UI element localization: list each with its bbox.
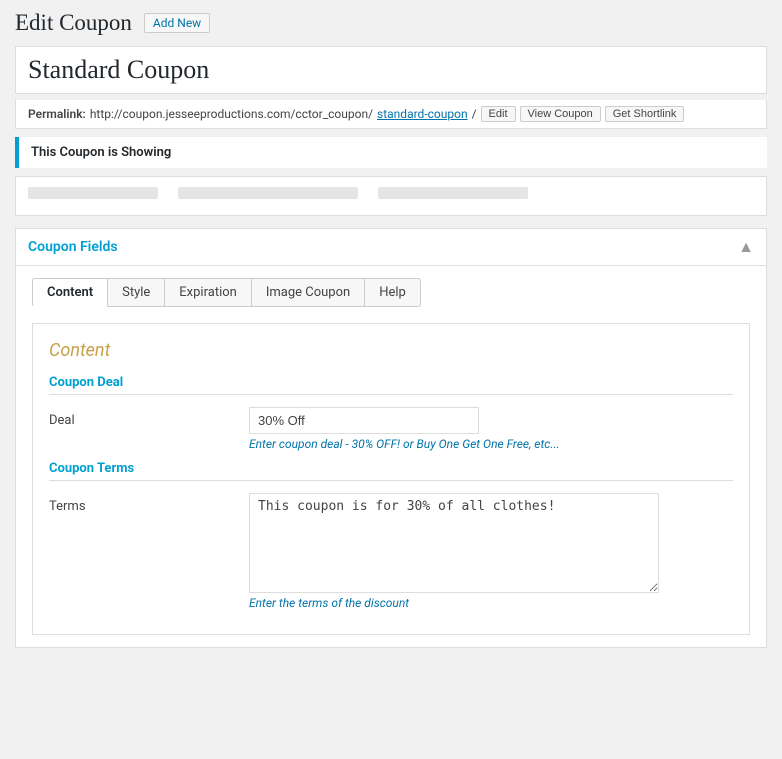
deal-label: Deal [49,407,249,428]
permalink-label: Permalink: [28,107,86,121]
deal-help-text: Enter coupon deal - 30% OFF! or Buy One … [249,437,733,451]
metabox-body: Content Style Expiration Image Coupon He… [16,266,766,647]
metabox-header[interactable]: Coupon Fields ▲ [16,229,766,266]
coupon-terms-section-title: Coupon Terms [49,461,733,476]
deal-field-value: Enter coupon deal - 30% OFF! or Buy One … [249,407,733,451]
tab-image-coupon[interactable]: Image Coupon [251,278,365,307]
editor-blur-2 [178,187,358,199]
deal-field-row: Deal Enter coupon deal - 30% OFF! or Buy… [49,407,733,451]
deal-input[interactable] [249,407,479,434]
content-panel-heading: Content [49,340,733,361]
coupon-deal-divider [49,394,733,395]
tab-help[interactable]: Help [364,278,421,307]
terms-label: Terms [49,493,249,514]
editor-row [15,176,767,216]
permalink-edit-button[interactable]: Edit [481,106,516,122]
terms-textarea[interactable]: This coupon is for 30% of all clothes! [249,493,659,593]
terms-field-value: This coupon is for 30% of all clothes! E… [249,493,733,610]
terms-field-row: Terms This coupon is for 30% of all clot… [49,493,733,610]
terms-help-text: Enter the terms of the discount [249,596,733,610]
permalink-slug-suffix: / [472,107,477,121]
metabox-title: Coupon Fields [28,239,118,255]
editor-blur-row [28,187,754,205]
tab-expiration[interactable]: Expiration [164,278,252,307]
coupon-notice-text: This Coupon is Showing [31,145,171,160]
post-title-input[interactable] [28,55,754,85]
coupon-tabs: Content Style Expiration Image Coupon He… [32,278,750,307]
permalink-row: Permalink: http://coupon.jesseeproductio… [15,100,767,129]
tab-content[interactable]: Content [32,278,108,307]
coupon-fields-metabox: Coupon Fields ▲ Content Style Expiration… [15,228,767,648]
tab-style[interactable]: Style [107,278,165,307]
view-coupon-button[interactable]: View Coupon [520,106,601,122]
add-new-button[interactable]: Add New [144,13,210,33]
coupon-notice: This Coupon is Showing [15,137,767,168]
permalink-base-url: http://coupon.jesseeproductions.com/ccto… [90,107,373,121]
get-shortlink-button[interactable]: Get Shortlink [605,106,685,122]
post-title-box [15,46,767,94]
coupon-deal-section-title: Coupon Deal [49,375,733,390]
content-panel: Content Coupon Deal Deal Enter coupon de… [32,323,750,635]
page-title: Edit Coupon [15,10,132,36]
permalink-slug[interactable]: standard-coupon [377,107,468,121]
coupon-terms-divider [49,480,733,481]
page-header: Edit Coupon Add New [15,10,767,36]
metabox-collapse-arrow[interactable]: ▲ [738,237,754,257]
editor-blur-1 [28,187,158,199]
editor-blur-3 [378,187,528,199]
